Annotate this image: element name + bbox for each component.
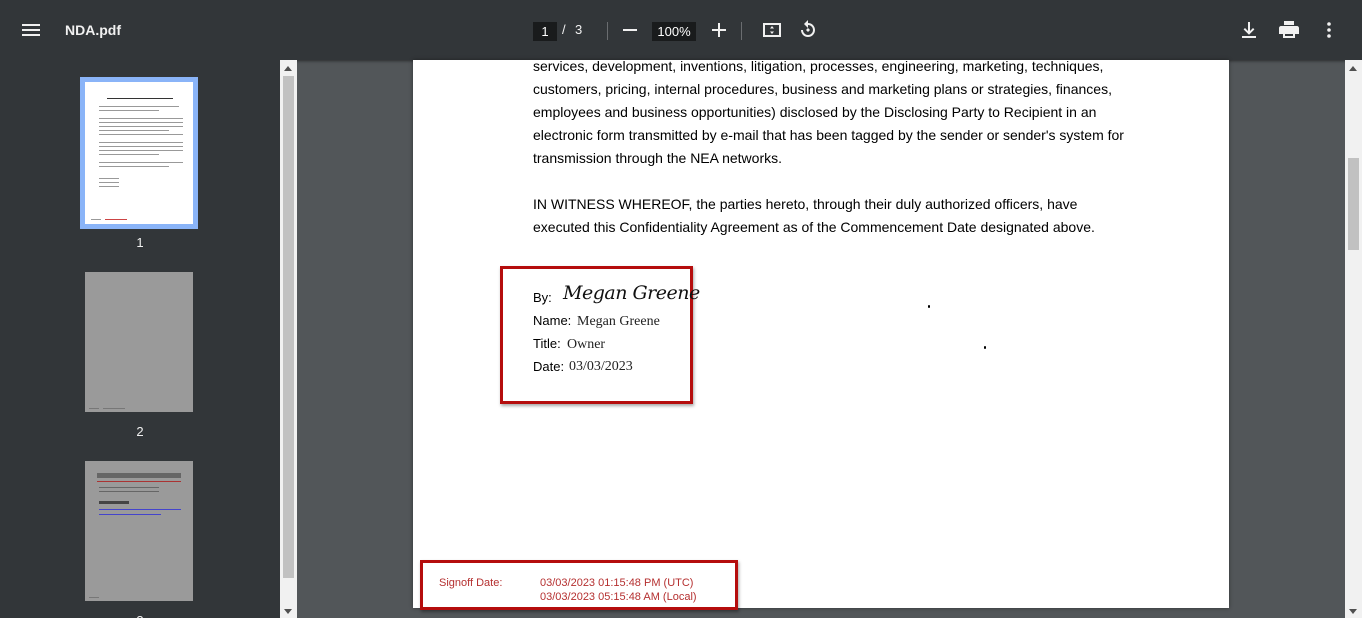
thumb-text-line [89, 597, 99, 598]
thumbnail-label-2: 2 [136, 424, 144, 439]
thumb-text-line [99, 186, 119, 187]
page-separator: / [562, 22, 566, 37]
fit-to-page-icon[interactable] [760, 18, 784, 42]
body-paragraph: services, development, inventions, litig… [533, 55, 1124, 170]
scroll-up-icon[interactable] [284, 66, 292, 71]
thumb-text-line [99, 142, 183, 143]
thumb-text-line [99, 126, 183, 127]
page-thumbnail-1[interactable] [80, 77, 198, 229]
by-label: By: [533, 290, 552, 305]
toolbar-divider [741, 22, 742, 40]
thumb-text-line [105, 219, 127, 220]
page-thumbnail-3[interactable] [85, 461, 193, 601]
page-thumbnail-2[interactable] [85, 272, 193, 412]
print-icon[interactable] [1277, 18, 1301, 42]
main-scrollbar-thumb[interactable] [1348, 158, 1359, 250]
thumb-text-line [99, 509, 181, 510]
thumb-text-line [99, 154, 159, 155]
thumb-text-line [99, 514, 161, 515]
signoff-local: 03/03/2023 05:15:48 AM (Local) [540, 591, 697, 603]
main-scrollbar[interactable] [1345, 60, 1362, 618]
thumbnail-label-3: 3 [0, 613, 280, 618]
scroll-down-icon[interactable] [1349, 609, 1357, 614]
signature: Megan Greene [563, 282, 700, 304]
sidebar-scrollbar-thumb[interactable] [283, 76, 294, 578]
thumb-text-line [99, 130, 169, 131]
scroll-up-icon[interactable] [1349, 66, 1357, 71]
thumb-text-line [97, 481, 181, 482]
thumb-text-line [99, 110, 159, 111]
thumbnail-label-1: 1 [136, 235, 144, 250]
name-label: Name: [533, 313, 572, 328]
pdf-toolbar: NDA.pdf 1 / 3 100% [0, 0, 1362, 60]
paragraph-line: electronic form transmitted by e-mail th… [533, 127, 1124, 143]
thumb-text-line [99, 122, 183, 123]
thumb-text-line [99, 487, 159, 488]
thumb-signature [99, 501, 129, 504]
signoff-utc: 03/03/2023 01:15:48 PM (UTC) [540, 577, 694, 589]
download-icon[interactable] [1237, 18, 1261, 42]
menu-icon[interactable] [19, 18, 43, 42]
zoom-level-input[interactable]: 100% [652, 22, 696, 41]
title-value: Owner [567, 337, 606, 352]
thumb-text-line [99, 166, 169, 167]
page-number-input[interactable]: 1 [533, 22, 557, 41]
paragraph-line: IN WITNESS WHEREOF, the parties hereto, … [533, 196, 1078, 212]
ink-mark [928, 305, 930, 308]
date-label: Date: [533, 359, 565, 374]
scroll-down-icon[interactable] [284, 609, 292, 614]
paragraph-line: executed this Confidentiality Agreement … [533, 219, 1095, 235]
thumb-text-line [99, 146, 183, 147]
zoom-out-icon[interactable] [618, 18, 642, 42]
paragraph-line: services, development, inventions, litig… [533, 58, 1104, 74]
date-value: 03/03/2023 [569, 359, 633, 374]
thumb-text-line [99, 182, 119, 183]
page-total: 3 [575, 22, 583, 37]
name-value: Megan Greene [577, 314, 660, 329]
thumbnail-sidebar: 1 2 3 [0, 60, 280, 618]
more-options-icon[interactable] [1317, 18, 1341, 42]
sidebar-scrollbar[interactable] [280, 60, 297, 618]
paragraph-line: transmission through the NEA networks. [533, 150, 783, 166]
thumb-text-line [99, 150, 183, 151]
document-title: NDA.pdf [65, 22, 121, 38]
thumb-text-line [99, 178, 119, 179]
zoom-in-icon[interactable] [707, 18, 731, 42]
paragraph-line: customers, pricing, internal procedures,… [533, 81, 1112, 97]
ink-mark [984, 346, 986, 349]
witness-paragraph: IN WITNESS WHEREOF, the parties hereto, … [533, 193, 1095, 239]
thumb-text-line [99, 491, 159, 492]
signoff-label: Signoff Date: [439, 577, 503, 589]
toolbar-divider [607, 22, 608, 40]
thumb-text-line [89, 408, 99, 409]
rotate-icon[interactable] [796, 18, 820, 42]
thumb-header-bar [97, 473, 181, 478]
thumb-text-line [91, 219, 101, 220]
thumb-text-line [99, 118, 183, 119]
thumb-text-line [99, 134, 183, 135]
thumb-text-line [99, 106, 179, 107]
pdf-page: services, development, inventions, litig… [413, 58, 1229, 610]
thumb-text-line [103, 408, 125, 409]
thumb-text-line [99, 162, 183, 163]
paragraph-line: employees and business opportunities) di… [533, 104, 1097, 120]
thumb-text-line [107, 98, 173, 99]
title-label: Title: [533, 336, 561, 351]
